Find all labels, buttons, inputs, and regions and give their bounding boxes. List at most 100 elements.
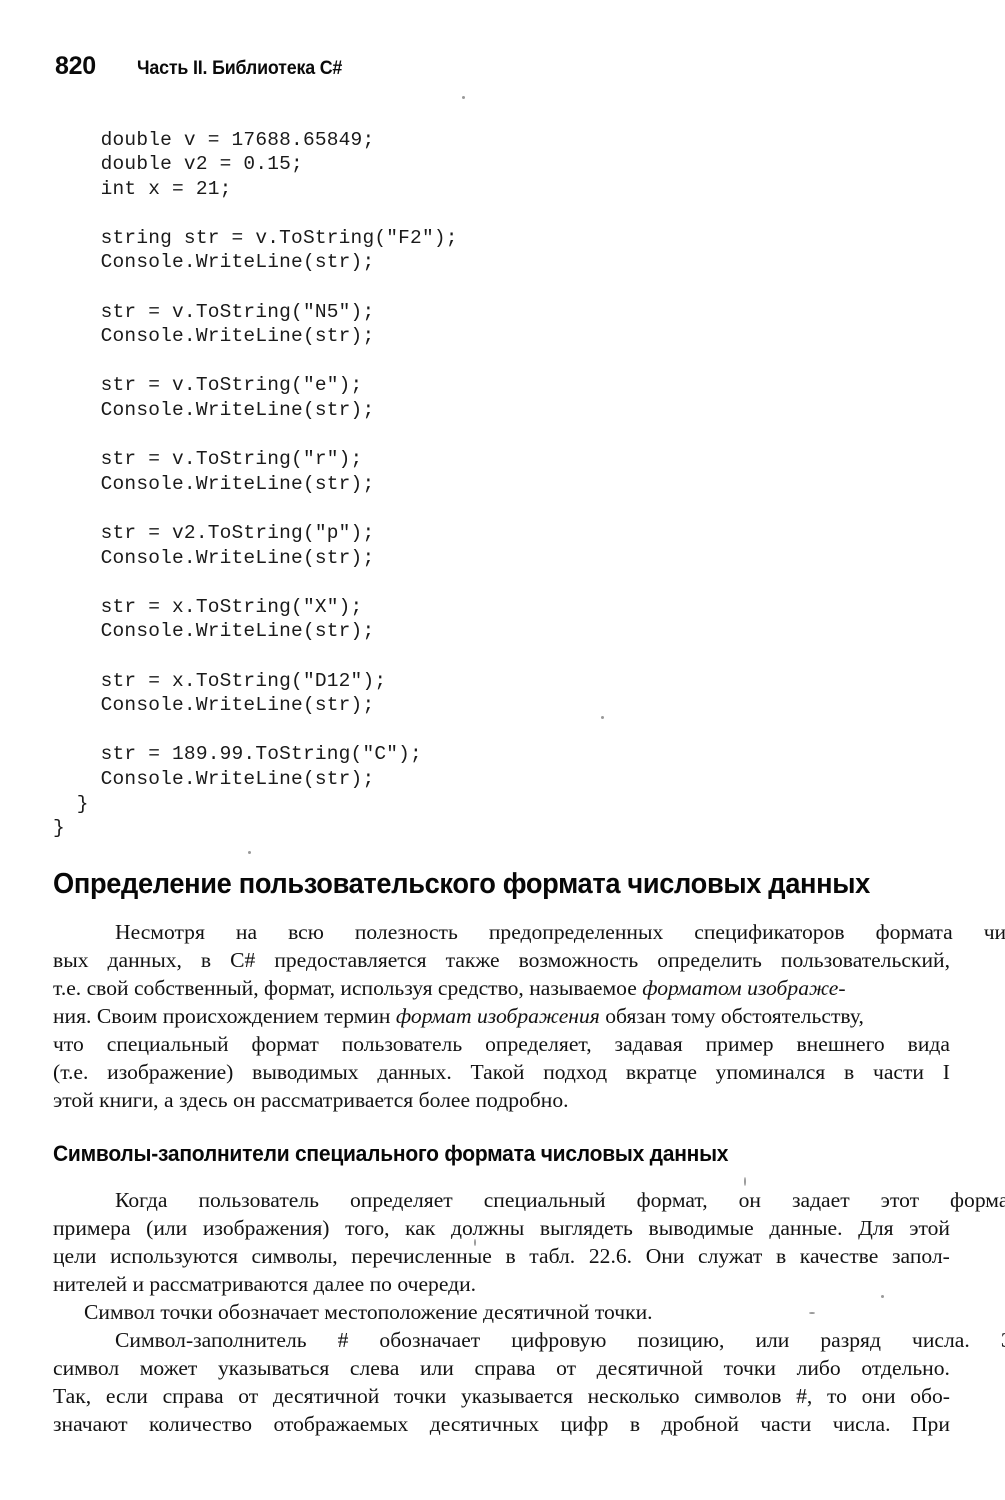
text-word: служат [698, 1244, 763, 1268]
text-run-italic: форматом изображе- [642, 976, 846, 1000]
text-word: данных, [107, 948, 182, 972]
text-word: если [105, 1384, 148, 1408]
code-line: str = v2.ToString("p"); [53, 522, 375, 544]
text-word: (т.е. [53, 1060, 89, 1084]
text-word: При [911, 1412, 950, 1436]
text-word: данные. [769, 1216, 843, 1240]
text-word: десятичных [429, 1412, 540, 1436]
text-line: символ может указываться слева или справа от де… [53, 1354, 950, 1382]
text-word: Такой [470, 1060, 525, 1084]
text-word: табл. [529, 1244, 576, 1268]
text-word: пользователь [341, 1032, 463, 1056]
scan-speck [462, 96, 465, 99]
running-head-title: Часть II. Библиотека C# [136, 58, 342, 79]
text-word: Так, [53, 1384, 92, 1408]
code-line: } [53, 817, 65, 840]
text-line: вых данных, в C# предоставляется также возможн… [53, 946, 950, 974]
section-heading-2: Символы-заполнители специального формата… [53, 1141, 729, 1166]
text-line: Символ точки обозначает местоположение д… [53, 1298, 950, 1326]
text-word: указываться [217, 1356, 330, 1380]
section-heading-1: Определение пользовательского формата чи… [53, 868, 870, 900]
text-word: разряд [820, 1328, 881, 1352]
text-word: символы, [251, 1244, 338, 1268]
text-word: в [200, 948, 212, 972]
text-word: специальный [483, 1188, 606, 1212]
text-word: Символ-заполнитель [115, 1328, 307, 1352]
code-line: Console.WriteLine(str); [53, 251, 375, 274]
text-word: значают [53, 1412, 128, 1436]
code-line: Console.WriteLine(str); [53, 546, 375, 569]
text-line-content: ния. Своим происхождением термин формат … [53, 1004, 864, 1028]
text-word: либо [796, 1356, 841, 1380]
text-word: пример [705, 1032, 774, 1056]
text-word: всю [288, 920, 324, 944]
text-line: ния. Своим происхождением термин формат … [53, 1002, 950, 1030]
text-word: точки [394, 1384, 447, 1408]
text-word: перечисленные [351, 1244, 492, 1268]
code-line: int x = 21; [53, 177, 232, 200]
text-word: внешнего [796, 1032, 885, 1056]
text-word: дробной [661, 1412, 739, 1436]
code-line: str = v.ToString("N5"); [53, 300, 375, 323]
text-word: пользователь [198, 1188, 319, 1212]
text-run: ния. Своим происхождением термин [53, 1004, 396, 1028]
code-line: str = v.ToString("e"); [53, 374, 363, 397]
text-word: как [405, 1216, 436, 1240]
text-word: также [445, 948, 500, 972]
text-word: Они [645, 1244, 685, 1268]
text-word: предоставляется [274, 948, 427, 972]
code-line: } [53, 792, 89, 815]
text-word: в [844, 1060, 855, 1084]
text-line: нителей и рассматриваются далее по очере… [53, 1270, 950, 1298]
text-word: данных. [377, 1060, 452, 1084]
text-word: спецификаторов [694, 920, 845, 944]
text-word: #, [796, 1384, 813, 1408]
text-word: то [826, 1384, 847, 1408]
text-word: выводимые [648, 1216, 754, 1240]
paragraph-2: Когда пользователь определяет специальный фо… [53, 1186, 1005, 1438]
text-word: задавая [614, 1032, 683, 1056]
text-word: формата [875, 920, 953, 944]
text-run-italic: формат изображения [395, 1004, 600, 1028]
text-word: в [775, 1244, 787, 1268]
text-word: формат [251, 1032, 319, 1056]
text-line: Несмотря на всю полезность предопределенных с… [53, 918, 1005, 946]
code-line: Console.WriteLine(str); [53, 399, 375, 422]
text-line: примера (или изображения) того, как должны выг… [53, 1214, 950, 1242]
text-line: что специальный формат пользователь определя… [53, 1030, 950, 1058]
text-word: используются [110, 1244, 238, 1268]
scan-speck [601, 716, 604, 719]
text-word: качестве [799, 1244, 879, 1268]
paragraph-1: Несмотря на всю полезность предопределенных с… [53, 918, 1005, 1114]
scan-speck [744, 1177, 746, 1186]
text-word: задает [791, 1188, 850, 1212]
text-line-content: Символ точки обозначает местоположение д… [84, 1300, 653, 1324]
text-word: вых [53, 948, 89, 972]
text-word: (или [146, 1216, 188, 1240]
text-word: упоминался [715, 1060, 826, 1084]
text-word: того, [345, 1216, 390, 1240]
text-line: (т.е. изображение) выводимых данных. Такой по… [53, 1058, 950, 1086]
text-word: позицию, [637, 1328, 725, 1352]
text-run: обязан тому обстоятельству, [599, 1004, 864, 1028]
text-word: числа. [832, 1412, 891, 1436]
code-line: str = v.ToString("r"); [53, 448, 363, 471]
text-line-content: т.е. свой собственный, формат, используя… [53, 976, 846, 1000]
code-line: string str = v.ToString("F2"); [53, 226, 458, 249]
text-word: формат [950, 1188, 1005, 1212]
text-word: I [942, 1060, 950, 1084]
text-line: Так, если справа от десятичной точки указывает… [53, 1382, 950, 1410]
text-line-content: этой книги, а здесь он рассматривается б… [53, 1088, 569, 1112]
text-line: т.е. свой собственный, формат, используя… [53, 974, 950, 1002]
text-word: обозначает [379, 1328, 481, 1352]
code-line: Console.WriteLine(str); [53, 620, 375, 643]
text-word: количество [148, 1412, 253, 1436]
scan-speck [809, 1312, 815, 1314]
code-line: double v = 17688.65849; [53, 128, 375, 151]
text-word: вида [907, 1032, 950, 1056]
